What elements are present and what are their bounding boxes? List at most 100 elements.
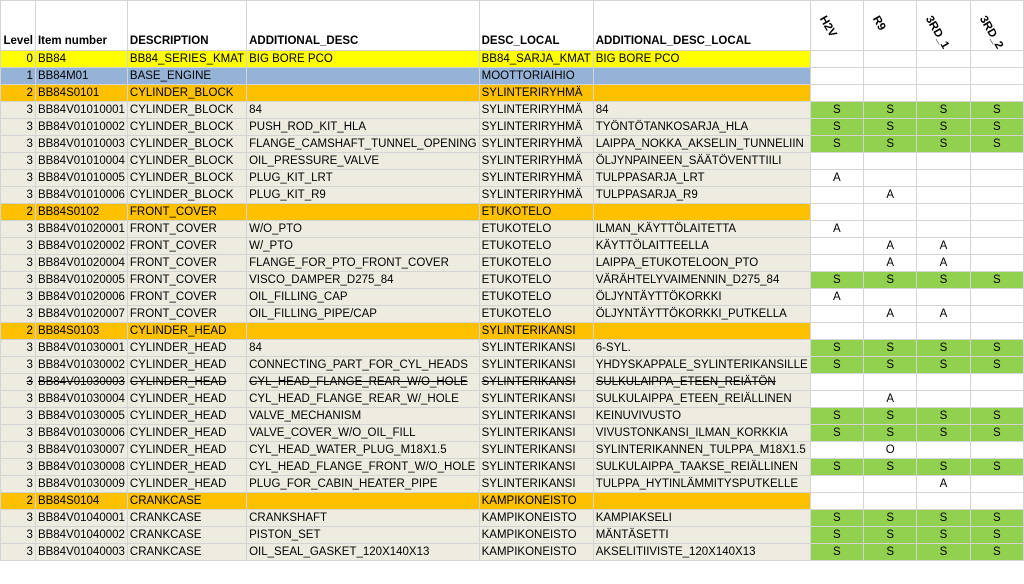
cell-flag-h2v[interactable]: A <box>809 220 864 238</box>
cell-flag-h2v[interactable]: S <box>809 135 864 153</box>
cell-flag-h2v[interactable]: S <box>809 118 864 136</box>
cell-flag-h2v[interactable] <box>809 441 864 459</box>
cell-flag-3rd-2[interactable] <box>969 475 1024 493</box>
cell-flag-3rd-1[interactable]: S <box>916 118 971 136</box>
cell-desc-local[interactable]: KAMPIKONEISTO <box>478 492 594 510</box>
cell-flag-r9[interactable] <box>862 475 918 493</box>
header-3rd-2[interactable]: 3RD_2 <box>969 0 1024 51</box>
cell-flag-3rd-2[interactable]: S <box>969 424 1024 442</box>
cell-additional-desc-local[interactable]: YHDYSKAPPALE_SYLINTERIKANSILLE <box>592 356 811 374</box>
cell-description[interactable]: CYLINDER_BLOCK <box>126 135 248 153</box>
cell-flag-3rd-2[interactable] <box>969 220 1024 238</box>
header-additional-desc-local[interactable]: ADDITIONAL_DESC_LOCAL <box>592 0 811 51</box>
cell-flag-3rd-2[interactable]: S <box>969 526 1024 544</box>
cell-level[interactable]: 3 <box>0 475 36 493</box>
cell-flag-3rd-2[interactable] <box>969 186 1024 204</box>
cell-description[interactable]: FRONT_COVER <box>126 288 248 306</box>
cell-additional-desc-local[interactable]: TULPPASARJA_LRT <box>592 169 811 187</box>
cell-description[interactable]: CYLINDER_HEAD <box>126 322 248 340</box>
cell-additional-desc-local[interactable]: ILMAN_KÄYTTÖLAITETTA <box>592 220 811 238</box>
cell-flag-3rd-1[interactable] <box>916 390 971 408</box>
cell-item-number[interactable]: BB84S0103 <box>34 322 128 340</box>
cell-desc-local[interactable]: ETUKOTELO <box>478 220 594 238</box>
cell-flag-3rd-1[interactable]: S <box>916 339 971 357</box>
cell-flag-3rd-1[interactable]: S <box>916 356 971 374</box>
cell-description[interactable]: FRONT_COVER <box>126 220 248 238</box>
cell-flag-3rd-2[interactable] <box>969 305 1024 323</box>
cell-flag-3rd-1[interactable] <box>916 492 971 510</box>
header-3rd-1[interactable]: 3RD_1 <box>916 0 971 51</box>
cell-additional-desc-local[interactable]: TYÖNTÖTANKOSARJA_HLA <box>592 118 811 136</box>
cell-flag-r9[interactable]: S <box>862 543 918 561</box>
cell-additional-desc[interactable]: OIL_SEAL_GASKET_120X140X13 <box>246 543 480 561</box>
cell-flag-3rd-1[interactable] <box>916 373 971 391</box>
cell-item-number[interactable]: BB84V01030004 <box>34 390 128 408</box>
cell-flag-3rd-2[interactable]: S <box>969 271 1024 289</box>
cell-flag-h2v[interactable]: S <box>809 458 864 476</box>
cell-flag-r9[interactable] <box>862 288 918 306</box>
cell-flag-3rd-2[interactable]: S <box>969 339 1024 357</box>
cell-flag-h2v[interactable]: S <box>809 271 864 289</box>
cell-flag-3rd-1[interactable]: S <box>916 509 971 527</box>
cell-additional-desc[interactable]: OIL_FILLING_CAP <box>246 288 480 306</box>
cell-flag-r9[interactable] <box>862 373 918 391</box>
cell-item-number[interactable]: BB84V01010001 <box>34 101 128 119</box>
cell-description[interactable]: CYLINDER_HEAD <box>126 407 248 425</box>
cell-flag-3rd-2[interactable]: S <box>969 407 1024 425</box>
cell-additional-desc[interactable]: VALVE_COVER_W/O_OIL_FILL <box>246 424 480 442</box>
cell-description[interactable]: FRONT_COVER <box>126 305 248 323</box>
cell-desc-local[interactable]: KAMPIKONEISTO <box>478 526 594 544</box>
cell-flag-3rd-1[interactable]: S <box>916 526 971 544</box>
cell-additional-desc[interactable]: CONNECTING_PART_FOR_CYL_HEADS <box>246 356 480 374</box>
cell-additional-desc[interactable]: 84 <box>246 339 480 357</box>
cell-flag-3rd-1[interactable] <box>916 220 971 238</box>
cell-flag-r9[interactable] <box>862 492 918 510</box>
cell-item-number[interactable]: BB84V01030007 <box>34 441 128 459</box>
cell-flag-3rd-1[interactable]: S <box>916 101 971 119</box>
cell-flag-r9[interactable] <box>862 50 918 68</box>
cell-item-number[interactable]: BB84V01030001 <box>34 339 128 357</box>
cell-additional-desc[interactable]: W/_PTO <box>246 237 480 255</box>
cell-flag-h2v[interactable] <box>809 254 864 272</box>
cell-flag-3rd-2[interactable] <box>969 254 1024 272</box>
cell-description[interactable]: FRONT_COVER <box>126 237 248 255</box>
cell-flag-h2v[interactable]: A <box>809 288 864 306</box>
cell-flag-h2v[interactable] <box>809 390 864 408</box>
cell-description[interactable]: CYLINDER_HEAD <box>126 424 248 442</box>
cell-desc-local[interactable]: SYLINTERIRYHMÄ <box>478 101 594 119</box>
cell-flag-r9[interactable]: S <box>862 424 918 442</box>
cell-item-number[interactable]: BB84 <box>34 50 128 68</box>
cell-level[interactable]: 3 <box>0 373 36 391</box>
cell-flag-3rd-2[interactable] <box>969 84 1024 102</box>
cell-level[interactable]: 3 <box>0 288 36 306</box>
cell-additional-desc-local[interactable]: ÖLJYNTÄYTTÖKORKKI_PUTKELLA <box>592 305 811 323</box>
cell-flag-h2v[interactable]: A <box>809 169 864 187</box>
cell-desc-local[interactable]: SYLINTERIRYHMÄ <box>478 84 594 102</box>
header-level[interactable]: Level <box>0 0 36 51</box>
cell-flag-h2v[interactable] <box>809 322 864 340</box>
cell-additional-desc-local[interactable]: KEINUVIVUSTO <box>592 407 811 425</box>
cell-flag-r9[interactable] <box>862 84 918 102</box>
cell-additional-desc[interactable]: PLUG_FOR_CABIN_HEATER_PIPE <box>246 475 480 493</box>
cell-flag-h2v[interactable] <box>809 373 864 391</box>
cell-item-number[interactable]: BB84V01030009 <box>34 475 128 493</box>
cell-flag-3rd-2[interactable]: S <box>969 543 1024 561</box>
cell-flag-r9[interactable]: S <box>862 118 918 136</box>
cell-item-number[interactable]: BB84V01010006 <box>34 186 128 204</box>
cell-description[interactable]: CRANKCASE <box>126 492 248 510</box>
cell-flag-3rd-2[interactable]: S <box>969 135 1024 153</box>
cell-flag-h2v[interactable]: S <box>809 543 864 561</box>
header-item-number[interactable]: Item number <box>34 0 128 51</box>
cell-description[interactable]: CRANKCASE <box>126 526 248 544</box>
cell-level[interactable]: 3 <box>0 356 36 374</box>
cell-description[interactable]: BASE_ENGINE <box>126 67 248 85</box>
cell-flag-3rd-2[interactable]: S <box>969 101 1024 119</box>
cell-flag-h2v[interactable]: S <box>809 424 864 442</box>
cell-additional-desc-local[interactable]: TULPPA_HYTINLÄMMITYSPUTKELLE <box>592 475 811 493</box>
cell-flag-h2v[interactable] <box>809 305 864 323</box>
cell-flag-3rd-1[interactable] <box>916 441 971 459</box>
cell-flag-h2v[interactable] <box>809 186 864 204</box>
cell-additional-desc[interactable]: BIG BORE PCO <box>246 50 480 68</box>
cell-description[interactable]: CYLINDER_BLOCK <box>126 186 248 204</box>
cell-flag-h2v[interactable] <box>809 67 864 85</box>
